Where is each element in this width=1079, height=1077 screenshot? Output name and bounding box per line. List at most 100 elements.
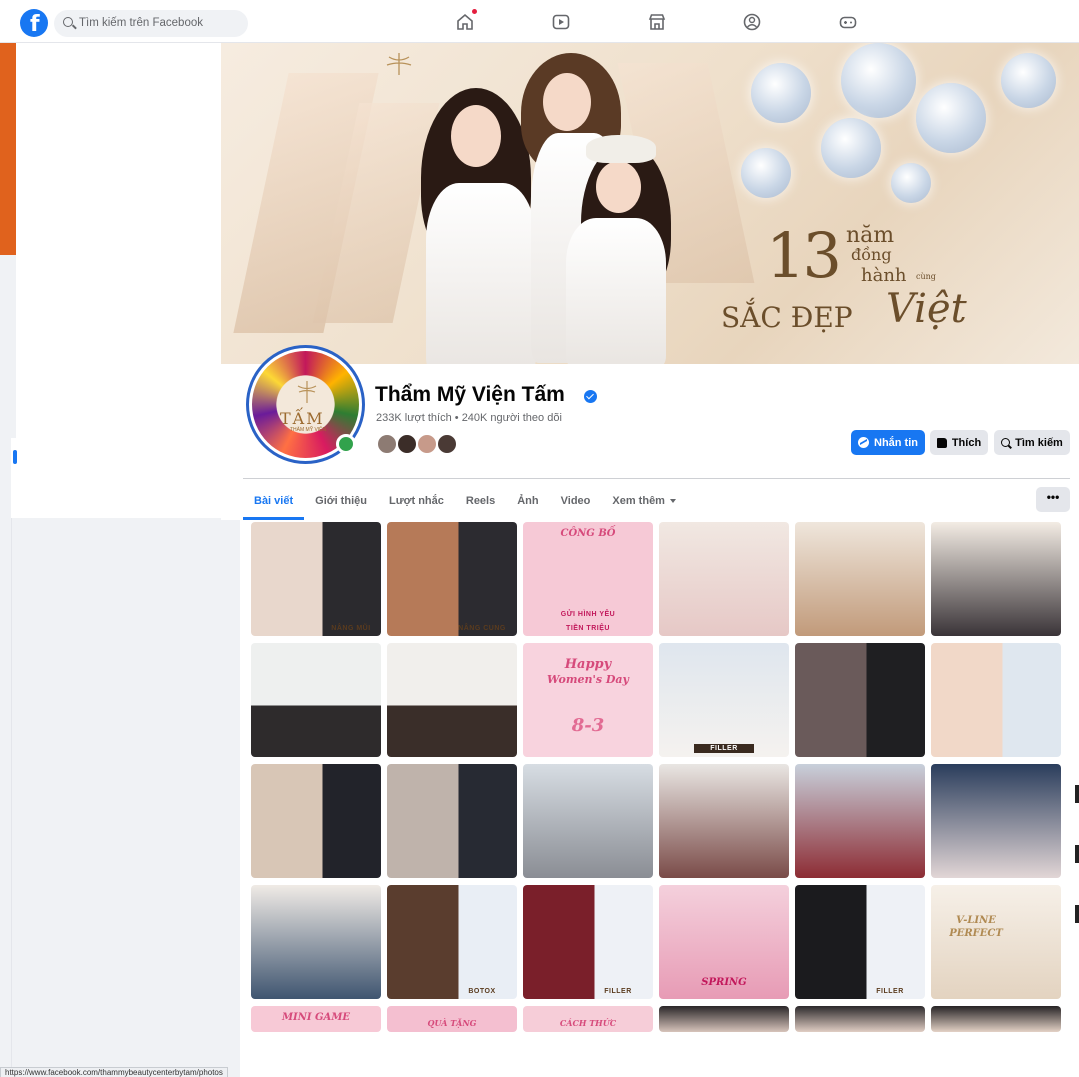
profile-divider bbox=[243, 478, 1070, 479]
photo-tile[interactable]: QUÀ TẶNG bbox=[387, 1006, 517, 1032]
cover-bubble bbox=[891, 163, 931, 203]
photo-tile[interactable]: NÂNG CUNG bbox=[387, 522, 517, 636]
left-sidebar-indicator bbox=[13, 450, 17, 464]
verified-badge-icon bbox=[584, 390, 597, 403]
like-button[interactable]: Thích bbox=[930, 430, 988, 455]
tab-about[interactable]: Giới thiệu bbox=[304, 482, 378, 520]
photo-tile[interactable] bbox=[931, 1006, 1061, 1032]
marketplace-icon[interactable] bbox=[647, 12, 667, 32]
follower-avatar[interactable] bbox=[436, 433, 458, 455]
photo-title: SPRING bbox=[701, 977, 747, 988]
photo-tile[interactable] bbox=[659, 1006, 789, 1032]
photo-caption: NÂNG MŨI bbox=[331, 625, 371, 632]
photo-tile[interactable] bbox=[659, 764, 789, 878]
messenger-icon bbox=[858, 437, 869, 448]
tab-more-label: Xem thêm bbox=[612, 495, 665, 507]
search-icon bbox=[1001, 438, 1011, 447]
follower-avatar[interactable] bbox=[396, 433, 418, 455]
left-sidebar-panel bbox=[16, 43, 221, 438]
photo-caption: BOTOX bbox=[468, 988, 496, 995]
photo-tile[interactable]: NÂNG MŨI bbox=[251, 522, 381, 636]
photo-tile[interactable] bbox=[387, 643, 517, 757]
photo-tile[interactable]: CÁCH THỨC bbox=[523, 1006, 653, 1032]
chevron-down-icon bbox=[669, 499, 676, 503]
photo-title: QUÀ TẶNG bbox=[427, 1018, 477, 1028]
photo-title: CÔNG BỐ bbox=[560, 528, 616, 539]
photo-title: Happy bbox=[564, 657, 612, 672]
photo-tile[interactable] bbox=[931, 764, 1061, 878]
photo-tile[interactable]: CÔNG BỐ GỬI HÌNH YÊU TIỀN TRIỆU bbox=[523, 522, 653, 636]
tab-more[interactable]: Xem thêm bbox=[601, 482, 687, 520]
page-title: Thẩm Mỹ Viện Tấm bbox=[375, 383, 565, 406]
search-input[interactable]: Tìm kiếm trên Facebook bbox=[54, 10, 248, 37]
photo-tile[interactable]: Happy Women's Day 8-3 bbox=[523, 643, 653, 757]
cover-bubble bbox=[741, 148, 791, 198]
photo-tile[interactable] bbox=[659, 522, 789, 636]
photo-tile[interactable] bbox=[931, 522, 1061, 636]
photo-tile[interactable] bbox=[251, 885, 381, 999]
message-button[interactable]: Nhắn tin bbox=[851, 430, 925, 455]
cover-photo[interactable]: 13 năm đồng hành cùng SẮC ĐẸP Việt bbox=[221, 43, 1079, 364]
photo-tile[interactable] bbox=[931, 643, 1061, 757]
model-face bbox=[451, 105, 501, 167]
scroll-marker bbox=[1075, 785, 1079, 803]
cover-logo-icon bbox=[381, 49, 417, 79]
tab-posts[interactable]: Bài viết bbox=[243, 482, 305, 520]
photo-caption: TIỀN TRIỆU bbox=[566, 625, 610, 632]
search-icon bbox=[63, 17, 73, 27]
follower-avatars[interactable] bbox=[376, 433, 466, 455]
follower-avatar[interactable] bbox=[376, 433, 398, 455]
photo-tile[interactable]: SPRING bbox=[659, 885, 789, 999]
dragonfly-logo-icon bbox=[296, 379, 318, 405]
gaming-icon[interactable] bbox=[838, 12, 858, 32]
home-icon[interactable] bbox=[455, 9, 477, 32]
photo-caption: FILLER bbox=[694, 744, 754, 753]
photo-tile[interactable] bbox=[795, 764, 925, 878]
photo-tile[interactable] bbox=[795, 643, 925, 757]
cover-bubble bbox=[841, 43, 916, 118]
photo-title: PERFECT bbox=[949, 928, 1003, 939]
photo-tile[interactable] bbox=[251, 764, 381, 878]
photo-tile[interactable]: FILLER bbox=[523, 885, 653, 999]
more-options-button[interactable]: ••• bbox=[1036, 487, 1070, 512]
page-search-button[interactable]: Tìm kiếm bbox=[994, 430, 1070, 455]
photo-tile[interactable]: FILLER bbox=[795, 885, 925, 999]
tab-mentions[interactable]: Lượt nhắc bbox=[378, 482, 455, 520]
photo-tile[interactable] bbox=[387, 764, 517, 878]
photo-title: MINI GAME bbox=[281, 1012, 351, 1023]
search-placeholder: Tìm kiếm trên Facebook bbox=[79, 17, 203, 29]
model-face bbox=[543, 73, 591, 131]
tab-reels[interactable]: Reels bbox=[455, 482, 506, 520]
scroll-marker bbox=[1075, 845, 1079, 863]
photo-tile[interactable]: V-LINE PERFECT bbox=[931, 885, 1061, 999]
photo-tile[interactable] bbox=[795, 1006, 925, 1032]
photo-tile[interactable] bbox=[251, 643, 381, 757]
online-status-dot bbox=[336, 434, 356, 454]
like-button-label: Thích bbox=[951, 436, 982, 449]
photo-caption: FILLER bbox=[604, 988, 632, 995]
left-sidebar-empty bbox=[11, 518, 239, 1077]
page-stats[interactable]: 233K lượt thích • 240K người theo dõi bbox=[376, 412, 562, 424]
facebook-logo-icon[interactable]: f bbox=[20, 9, 48, 37]
avatar-brand-text: TẤM bbox=[280, 409, 325, 428]
thumbs-up-icon bbox=[936, 437, 947, 448]
photo-tile[interactable]: FILLER bbox=[659, 643, 789, 757]
photo-caption: NÂNG CUNG bbox=[458, 625, 506, 632]
top-navigation-bar: f Tìm kiếm trên Facebook bbox=[0, 0, 1079, 43]
left-sidebar-panel-lower bbox=[11, 438, 221, 520]
photo-tile[interactable] bbox=[795, 522, 925, 636]
photo-tile[interactable]: BOTOX bbox=[387, 885, 517, 999]
tab-photos[interactable]: Ảnh bbox=[506, 482, 549, 520]
scroll-marker bbox=[1075, 905, 1079, 923]
photo-title: CÁCH THỨC bbox=[559, 1018, 617, 1028]
photo-tile[interactable] bbox=[523, 764, 653, 878]
cover-bubble bbox=[1001, 53, 1056, 108]
photo-tile[interactable]: MINI GAME bbox=[251, 1006, 381, 1032]
follower-avatar[interactable] bbox=[416, 433, 438, 455]
video-icon[interactable] bbox=[551, 12, 571, 32]
cover-headline-hanh: hành bbox=[861, 265, 907, 286]
groups-icon[interactable] bbox=[742, 12, 762, 32]
cover-bubble bbox=[821, 118, 881, 178]
photo-title: Women's Day bbox=[547, 673, 629, 686]
tab-videos[interactable]: Video bbox=[550, 482, 602, 520]
